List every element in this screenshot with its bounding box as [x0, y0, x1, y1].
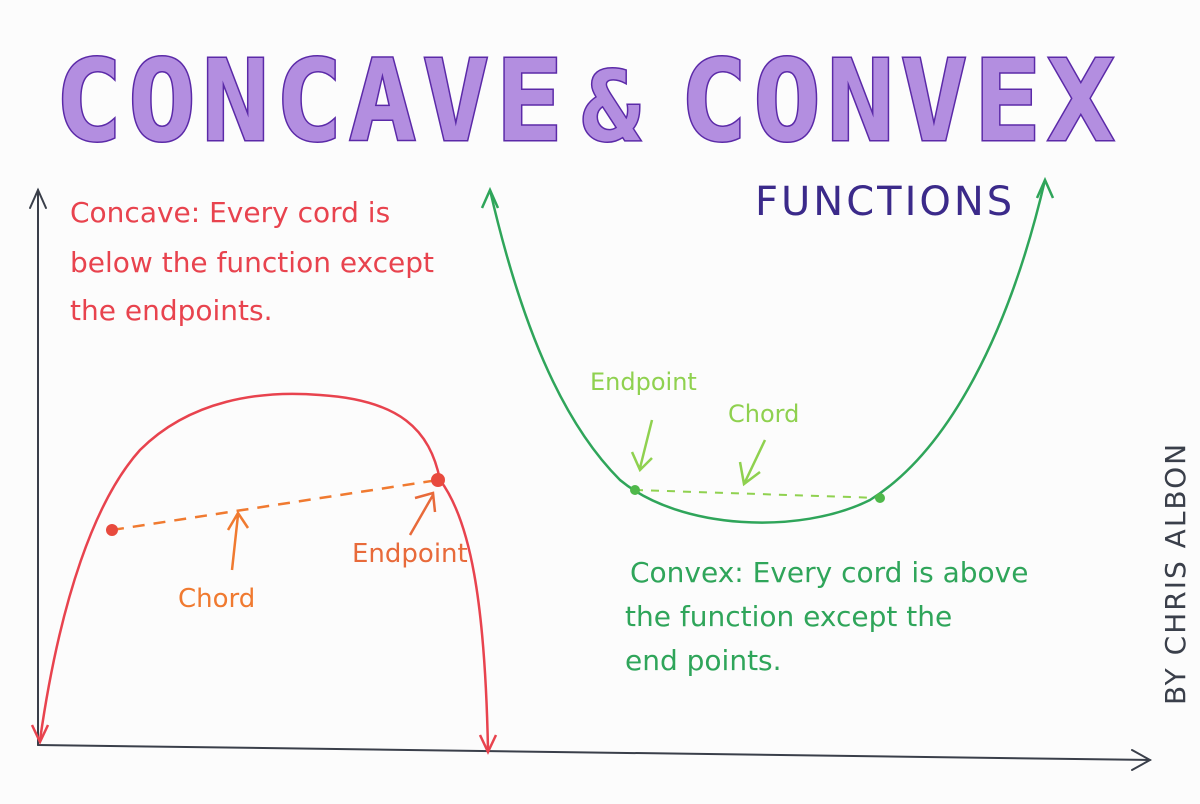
convex-endpoint-right: [875, 493, 885, 503]
concave-chord-pointer-icon: [226, 510, 250, 571]
concave-desc-line-2: below the function except: [70, 246, 434, 279]
convex-desc-line-1: Convex: Every cord is above: [630, 556, 1028, 589]
convex-endpoint-label: Endpoint: [590, 368, 697, 396]
convex-chord-pointer-icon: [738, 439, 767, 487]
concave-desc-line-3: the endpoints.: [70, 294, 273, 327]
subtitle-functions: FUNCTIONS: [755, 179, 1015, 225]
convex-chord-line: [634, 489, 881, 499]
concave-chord-line: [111, 478, 439, 532]
convex-diagram: Endpoint Chord Convex: Every cord is abo…: [480, 176, 1055, 677]
convex-curve: [488, 179, 1047, 524]
convex-chord-label: Chord: [728, 400, 799, 428]
convex-desc-line-2: the function except the: [625, 600, 952, 633]
title-ampersand: &: [582, 51, 646, 163]
concave-diagram: Chord Endpoint Concave: Every cord is be…: [30, 196, 498, 755]
title-concave: CONCAVE: [55, 37, 569, 167]
convex-endpoint-left: [630, 485, 640, 495]
x-axis-line: [37, 744, 1151, 761]
concave-endpoint-right: [431, 473, 445, 487]
convex-right-arrow-icon: [1035, 176, 1055, 199]
concave-curve: [38, 392, 490, 751]
convex-endpoint-pointer-icon: [630, 419, 654, 473]
author-credit: BY CHRIS ALBON: [1159, 442, 1192, 705]
concave-endpoint-label: Endpoint: [352, 539, 468, 569]
concave-chord-label: Chord: [178, 584, 255, 614]
convex-desc-line-3: end points.: [625, 644, 782, 677]
diagram-canvas: CONCAVE & CONVEX FUNCTIONS Chord Endpoin…: [0, 0, 1200, 804]
concave-endpoint-left: [106, 524, 118, 536]
title-convex: CONVEX: [680, 37, 1121, 167]
concave-desc-line-1: Concave: Every cord is: [70, 196, 390, 229]
diagram-svg: CONCAVE & CONVEX FUNCTIONS Chord Endpoin…: [29, 36, 1192, 771]
concave-endpoint-pointer-icon: [408, 491, 437, 536]
convex-left-arrow-icon: [480, 186, 500, 209]
